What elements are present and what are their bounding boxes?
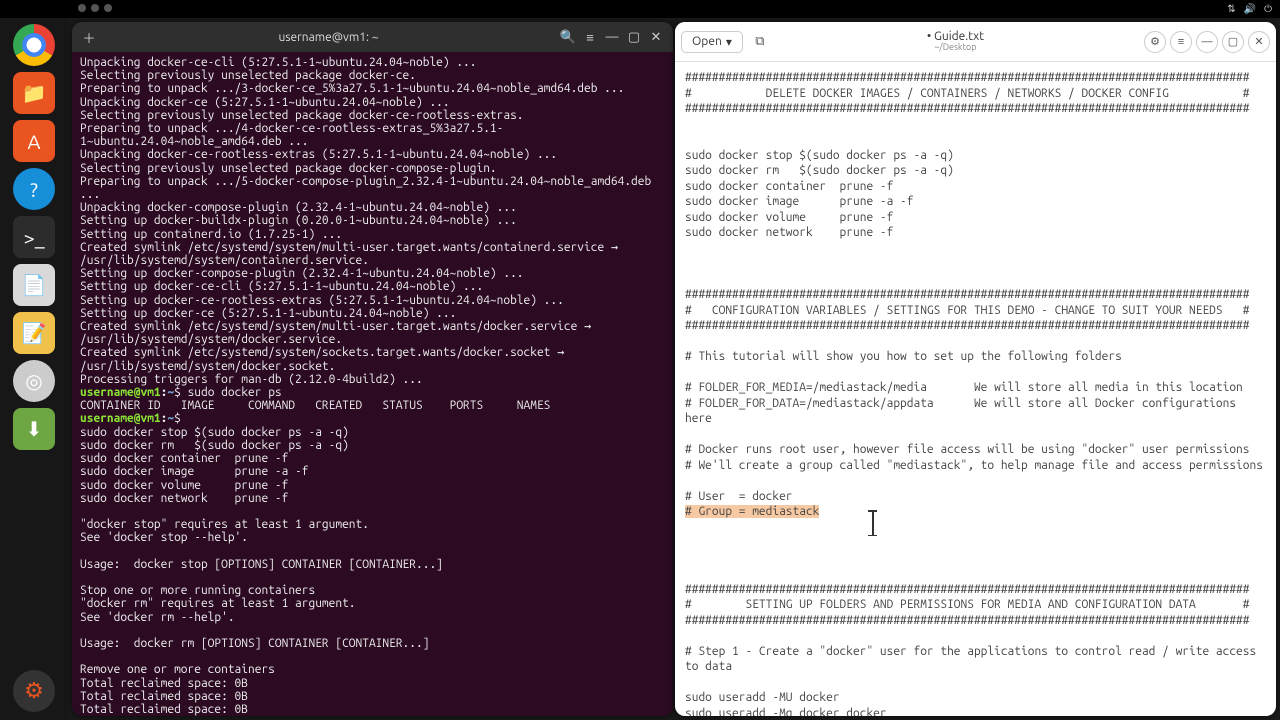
maximize-button[interactable]: ▢: [1222, 31, 1244, 53]
editor-titlebar[interactable]: Open ▾ ⧉ Guide.txt ~/Desktop ⚙ ≡ — ▢ ✕: [675, 22, 1276, 62]
close-button[interactable]: ✕: [645, 26, 667, 48]
dock-show-apps[interactable]: ⚙: [13, 670, 55, 712]
section-divider: ########################################…: [685, 614, 1249, 627]
volume-icon[interactable]: 🔊: [1244, 3, 1256, 15]
cmd-docker-ps: sudo docker ps: [188, 386, 282, 399]
section-heading-delete: # DELETE DOCKER IMAGES / CONTAINERS / NE…: [685, 87, 1249, 100]
chevron-down-icon: ▾: [726, 35, 732, 49]
system-topbar: ⇅ 🔊 ⏻: [0, 0, 1280, 18]
shell-prompt: username@vm1:~: [80, 412, 174, 425]
comment-user: # User = docker: [685, 490, 793, 503]
dock-app-notes[interactable]: 📝: [13, 312, 55, 354]
window-traffic-dots: [78, 4, 112, 12]
system-tray[interactable]: ⇅ 🔊 ⏻: [1227, 3, 1272, 15]
pasted-commands-output: sudo docker stop $(sudo docker ps -a -q)…: [80, 426, 443, 716]
dock-app-help[interactable]: ?: [13, 168, 55, 210]
dock-app-software[interactable]: A: [13, 120, 55, 162]
section-divider: ########################################…: [685, 319, 1249, 332]
dock-app-files[interactable]: 📁: [13, 72, 55, 114]
section-divider: ########################################…: [685, 102, 1249, 115]
dock-app-downloads[interactable]: ⬇: [13, 408, 55, 450]
terminal-log-install: Unpacking docker-ce-cli (5:27.5.1-1~ubun…: [80, 56, 658, 386]
section-divider: ########################################…: [685, 583, 1249, 596]
network-icon[interactable]: ⇅: [1227, 3, 1235, 15]
step1-block: # Step 1 - Create a "docker" user for th…: [685, 645, 1263, 717]
terminal-titlebar[interactable]: ＋ username@vm1: ~ 🔍 ≡ — ▢ ✕: [72, 22, 673, 52]
section-divider: ########################################…: [685, 288, 1249, 301]
text-cursor-caret: [872, 510, 874, 536]
section-heading-setup: # SETTING UP FOLDERS AND PERMISSIONS FOR…: [685, 598, 1249, 611]
power-icon[interactable]: ⏻: [1264, 3, 1272, 15]
section-heading-config: # CONFIGURATION VARIABLES / SETTINGS FOR…: [685, 304, 1249, 317]
minimize-button[interactable]: —: [1196, 31, 1218, 53]
dock-app-terminal[interactable]: >_: [13, 216, 55, 258]
new-document-icon[interactable]: ⧉: [749, 31, 771, 53]
terminal-title: username@vm1: ~: [100, 31, 557, 44]
hamburger-menu-icon[interactable]: ≡: [1170, 31, 1192, 53]
editor-content[interactable]: ########################################…: [675, 62, 1276, 716]
gear-icon[interactable]: ⚙: [1144, 31, 1166, 53]
hamburger-menu-icon[interactable]: ≡: [579, 26, 601, 48]
dock-app-chrome[interactable]: [13, 24, 55, 66]
minimize-button[interactable]: —: [601, 26, 623, 48]
new-tab-button[interactable]: ＋: [78, 26, 100, 48]
dock-app-disk[interactable]: ◎: [13, 360, 55, 402]
comment-intro: # This tutorial will show you how to set…: [685, 350, 1122, 363]
comment-permissions: # Docker runs root user, however file ac…: [685, 443, 1263, 472]
shell-prompt: username@vm1:~: [80, 386, 174, 399]
terminal-output[interactable]: Unpacking docker-ce-cli (5:27.5.1-1~ubun…: [72, 52, 673, 716]
editor-title: Guide.txt ~/Desktop: [771, 30, 1140, 53]
comment-folders: # FOLDER_FOR_MEDIA=/mediastack/media We …: [685, 381, 1243, 425]
file-path: ~/Desktop: [771, 43, 1140, 53]
open-button[interactable]: Open ▾: [681, 31, 743, 53]
launcher-dock: 📁 A ? >_ 📄 📝 ◎ ⬇ ⚙: [0, 18, 68, 720]
maximize-button[interactable]: ▢: [623, 26, 645, 48]
section-divider: ########################################…: [685, 71, 1249, 84]
terminal-window: ＋ username@vm1: ~ 🔍 ≡ — ▢ ✕ Unpacking do…: [72, 22, 673, 716]
dock-app-textedit[interactable]: 📄: [13, 264, 55, 306]
search-icon[interactable]: 🔍: [557, 26, 579, 48]
text-editor-window: Open ▾ ⧉ Guide.txt ~/Desktop ⚙ ≡ — ▢ ✕ #…: [675, 22, 1276, 716]
docker-cleanup-commands: sudo docker stop $(sudo docker ps -a -q)…: [685, 149, 954, 240]
workspace: ＋ username@vm1: ~ 🔍 ≡ — ▢ ✕ Unpacking do…: [68, 18, 1280, 720]
docker-ps-header: CONTAINER ID IMAGE COMMAND CREATED STATU…: [80, 399, 550, 412]
close-button[interactable]: ✕: [1248, 31, 1270, 53]
comment-group-highlighted: # Group = mediastack: [685, 505, 819, 518]
